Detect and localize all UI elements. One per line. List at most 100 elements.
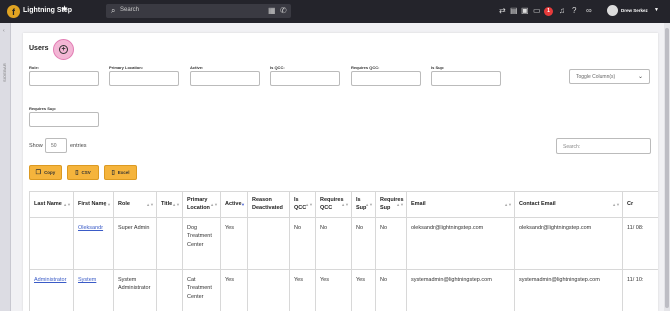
column-header[interactable]: Role ▲▼ xyxy=(113,191,157,218)
column-header[interactable]: Primary Location ▲▼ xyxy=(182,191,221,218)
column-header[interactable]: Last Name ▲▼ xyxy=(29,191,74,218)
chat-icon[interactable]: ▭ xyxy=(533,6,541,15)
column-header[interactable]: Contact Email ▲▼ xyxy=(514,191,623,218)
lightning-step-logo[interactable]: f xyxy=(7,5,20,18)
first-name-link[interactable]: System xyxy=(78,277,96,283)
scrollbar-thumb[interactable] xyxy=(665,28,669,308)
table-cell xyxy=(247,217,290,270)
table-cell xyxy=(156,217,183,270)
csv-button[interactable]: ▯ CSV xyxy=(67,165,99,180)
transfer-icon[interactable]: ⇄ xyxy=(499,6,506,15)
file-icon: ▯ xyxy=(111,170,115,176)
entries-per-page-select[interactable]: 50 xyxy=(45,138,67,153)
table-cell: Yes xyxy=(315,269,352,311)
filter-active-input[interactable] xyxy=(190,71,260,86)
filter-requires-qcc-input[interactable] xyxy=(351,71,421,86)
add-user-button[interactable]: + xyxy=(53,39,74,60)
filter-role-label: Role: xyxy=(29,65,39,70)
filter-requires-qcc-label: Requires QCC: xyxy=(351,65,380,70)
excel-button[interactable]: ▯ Excel xyxy=(104,165,137,180)
search-placeholder: Search xyxy=(120,7,140,13)
entries-label: entries xyxy=(70,143,87,149)
filter-requires-sup-input[interactable] xyxy=(29,112,99,127)
users-table: Last Name ▲▼ First Name ▲▼ Role ▲▼ Title ▲▼ … xyxy=(29,191,658,311)
schedule-icon[interactable]: ▤ xyxy=(510,6,518,15)
page-scrollbar[interactable] xyxy=(664,23,670,311)
chevron-down-icon: ⌄ xyxy=(637,74,643,80)
table-row[interactable]: Oleksandr Super Admin Dog Treatment Cent… xyxy=(29,217,658,270)
column-header[interactable]: Requires QCC ▲▼ xyxy=(315,191,352,218)
sidebar-label: SIDEBAR xyxy=(2,63,7,82)
collapsed-sidebar[interactable]: ‹ SIDEBAR xyxy=(0,23,11,311)
table-cell: Oleksandr xyxy=(73,217,114,270)
table-cell: systemadmin@lightningstep.com xyxy=(514,269,623,311)
table-cell: oleksandr@lightningstep.com xyxy=(406,217,515,270)
global-search-input[interactable]: ⌕ Search ▦ ✆ xyxy=(106,4,291,18)
table-search-input[interactable]: Search: xyxy=(556,138,651,154)
filter-is-qcc-label: Is QCC: xyxy=(270,65,285,70)
show-label: Show xyxy=(29,143,43,149)
copy-icon: ❐ xyxy=(35,170,42,176)
table-cell xyxy=(247,269,290,311)
bell-icon[interactable]: ♫ xyxy=(559,6,565,15)
calendar-icon[interactable]: ▦ xyxy=(268,6,276,15)
column-header[interactable]: Cr xyxy=(622,191,658,218)
table-cell: No xyxy=(351,217,376,270)
chevron-left-icon[interactable]: ‹ xyxy=(3,28,5,34)
filter-requires-sup-label: Requires Sup: xyxy=(29,106,57,111)
plus-circle-icon: + xyxy=(59,45,68,54)
table-row[interactable]: Administrator System System Administrato… xyxy=(29,269,658,311)
table-cell: System xyxy=(73,269,114,311)
filter-active-label: Active: xyxy=(190,65,204,70)
copy-button-label: Copy xyxy=(44,170,56,175)
filter-primary-location-label: Primary Location: xyxy=(109,65,144,70)
phone-icon[interactable]: ✆ xyxy=(280,6,287,15)
last-name-link[interactable]: Administrator xyxy=(34,277,66,283)
table-cell: 11/ 10: xyxy=(622,269,658,311)
table-cell: systemadmin@lightningstep.com xyxy=(406,269,515,311)
users-panel: Users + Role: Primary Location: Active: … xyxy=(23,33,658,311)
filter-is-qcc-input[interactable] xyxy=(270,71,340,86)
table-cell: Yes xyxy=(220,269,248,311)
link-icon[interactable]: ∞ xyxy=(586,6,592,15)
table-cell: Yes xyxy=(351,269,376,311)
table-cell: No xyxy=(375,217,407,270)
table-cell: oleksandr@lightningstep.com xyxy=(514,217,623,270)
table-cell: Cat Treatment Center xyxy=(182,269,221,311)
file-icon: ▯ xyxy=(75,170,79,176)
filter-role-input[interactable] xyxy=(29,71,99,86)
column-header[interactable]: Requires Sup ▲▼ xyxy=(375,191,407,218)
column-header[interactable]: Reason Deactivated xyxy=(247,191,290,218)
table-cell: Dog Treatment Center xyxy=(182,217,221,270)
table-cell: No xyxy=(289,217,316,270)
excel-button-label: Excel xyxy=(117,170,130,175)
user-avatar[interactable] xyxy=(607,5,618,16)
first-name-link[interactable]: Oleksandr xyxy=(78,225,103,231)
user-name[interactable]: Drew Serkez xyxy=(621,8,648,13)
inbox-icon[interactable]: ▣ xyxy=(521,6,529,15)
column-header[interactable]: Title ▲▼ xyxy=(156,191,183,218)
column-header[interactable]: Active ▼ xyxy=(220,191,248,218)
filter-is-sup-label: Is Sup: xyxy=(431,65,445,70)
copy-button[interactable]: ❐ Copy xyxy=(29,165,62,180)
filter-is-sup-input[interactable] xyxy=(431,71,501,86)
table-cell xyxy=(29,217,74,270)
table-cell: Yes xyxy=(289,269,316,311)
page-title: Users xyxy=(29,45,49,52)
column-header[interactable]: First Name ▲▼ xyxy=(73,191,114,218)
column-header[interactable]: Is Sup ▲▼ xyxy=(351,191,376,218)
table-cell: Yes xyxy=(220,217,248,270)
table-cell: 11/ 08: xyxy=(622,217,658,270)
favorite-star-icon[interactable]: ★ xyxy=(61,4,68,13)
toggle-columns-dropdown[interactable]: Toggle Column(s) ⌄ xyxy=(569,69,650,84)
filter-primary-location-input[interactable] xyxy=(109,71,179,86)
table-cell: Super Admin xyxy=(113,217,157,270)
logo-letter: f xyxy=(12,6,15,17)
table-cell xyxy=(156,269,183,311)
column-header[interactable]: Email ▲▼ xyxy=(406,191,515,218)
help-icon[interactable]: ? xyxy=(572,6,576,15)
table-cell: Administrator xyxy=(29,269,74,311)
chevron-down-icon[interactable]: ▼ xyxy=(654,7,659,13)
column-header[interactable]: Is QCC ▲▼ xyxy=(289,191,316,218)
top-navigation-bar: f Lightning Step ★ ⌕ Search ▦ ✆ ⇄ ▤ ▣ ▭ … xyxy=(0,0,670,23)
